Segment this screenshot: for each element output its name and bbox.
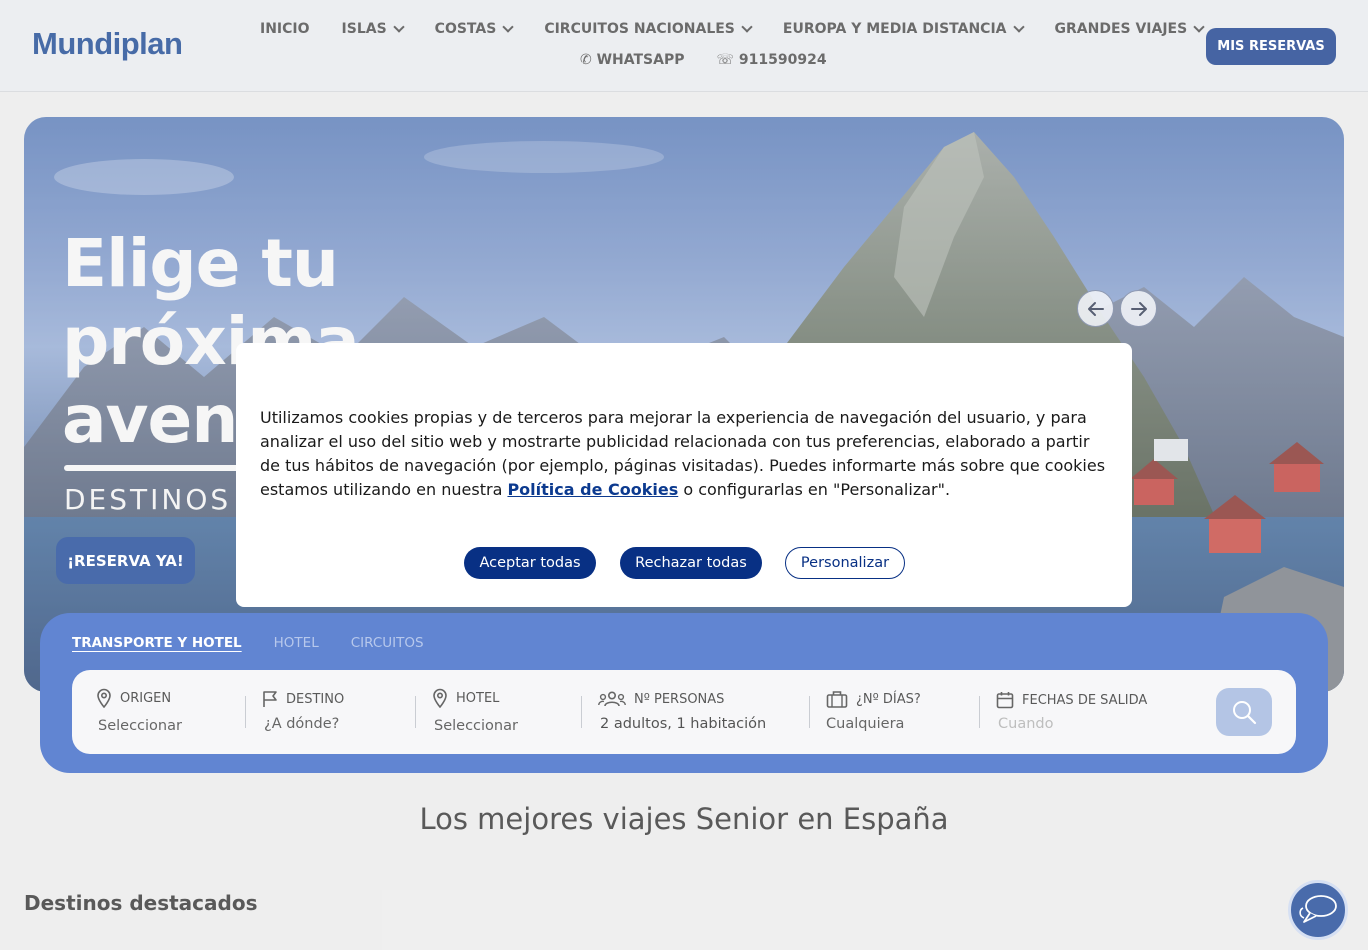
cookie-policy-link[interactable]: Política de Cookies — [507, 480, 678, 499]
cookie-text: Utilizamos cookies propias y de terceros… — [260, 406, 1110, 502]
cookie-modal: Utilizamos cookies propias y de terceros… — [236, 343, 1132, 607]
reject-all-button[interactable]: Rechazar todas — [620, 547, 762, 579]
customize-button[interactable]: Personalizar — [785, 547, 905, 579]
cookie-text-part: o configurarlas en "Personalizar". — [678, 480, 951, 499]
accept-all-button[interactable]: Aceptar todas — [464, 547, 596, 579]
